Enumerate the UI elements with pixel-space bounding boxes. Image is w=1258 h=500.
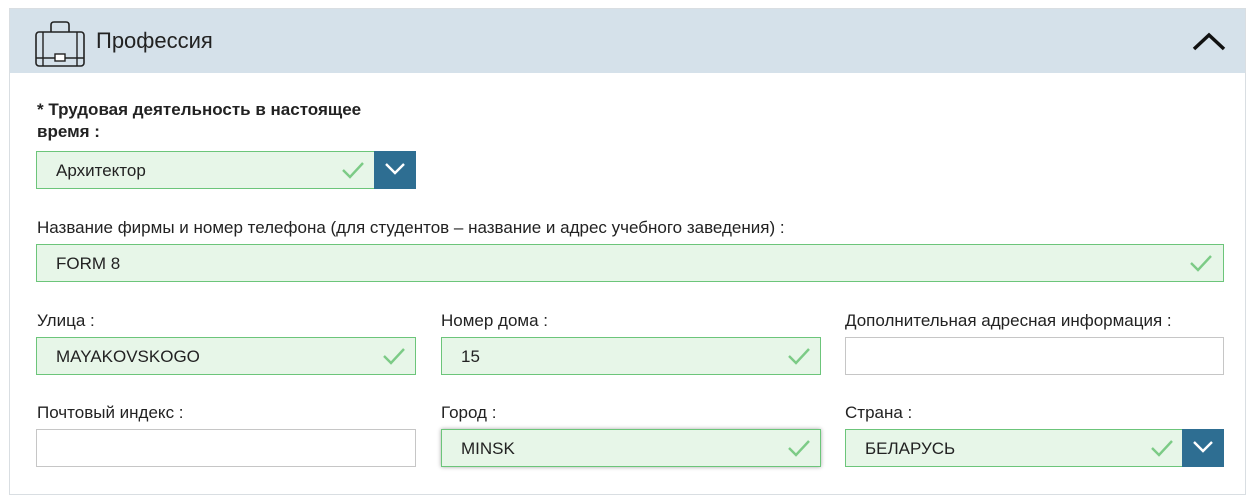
check-icon (1190, 255, 1212, 272)
chevron-down-icon (385, 163, 405, 175)
address-extra-label: Дополнительная адресная информация : (845, 311, 1172, 330)
street-input[interactable]: MAYAKOVSKOGO (36, 337, 416, 375)
country-value: БЕЛАРУСЬ (865, 439, 956, 458)
check-icon (788, 348, 810, 365)
occupation-label: * Трудовая деятельность в настоящее врем… (37, 100, 362, 141)
city-input[interactable]: MINSK (441, 429, 821, 467)
occupation-value: Архитектор (56, 161, 146, 180)
collapse-chevron-up-icon[interactable] (1189, 23, 1229, 59)
briefcase-icon (35, 21, 85, 67)
check-icon (788, 440, 810, 457)
house-number-value: 15 (461, 347, 480, 366)
chevron-down-icon (1193, 441, 1213, 453)
check-icon (383, 348, 405, 365)
occupation-select[interactable]: Архитектор (36, 151, 416, 189)
street-label: Улица : (37, 311, 95, 330)
city-value: MINSK (461, 439, 515, 458)
company-value: FORM 8 (56, 254, 121, 273)
postal-code-label: Почтовый индекс : (37, 403, 184, 422)
postal-code-input[interactable] (36, 429, 416, 467)
panel-title: Профессия (96, 28, 213, 53)
street-value: MAYAKOVSKOGO (56, 347, 200, 366)
country-dropdown-button[interactable] (1182, 429, 1224, 467)
country-label: Страна : (845, 403, 913, 422)
check-icon (1151, 440, 1173, 457)
company-input[interactable]: FORM 8 (36, 244, 1224, 282)
country-select[interactable]: БЕЛАРУСЬ (845, 429, 1224, 467)
house-number-input[interactable]: 15 (441, 337, 821, 375)
city-label: Город : (441, 403, 497, 422)
profession-panel: Профессия * Трудовая деятельность в наст… (9, 8, 1246, 495)
check-icon (342, 162, 364, 179)
address-extra-input[interactable] (845, 337, 1224, 375)
occupation-dropdown-button[interactable] (374, 151, 416, 189)
panel-header[interactable]: Профессия (10, 9, 1245, 73)
house-number-label: Номер дома : (441, 311, 549, 330)
company-label: Название фирмы и номер телефона (для сту… (37, 218, 785, 237)
